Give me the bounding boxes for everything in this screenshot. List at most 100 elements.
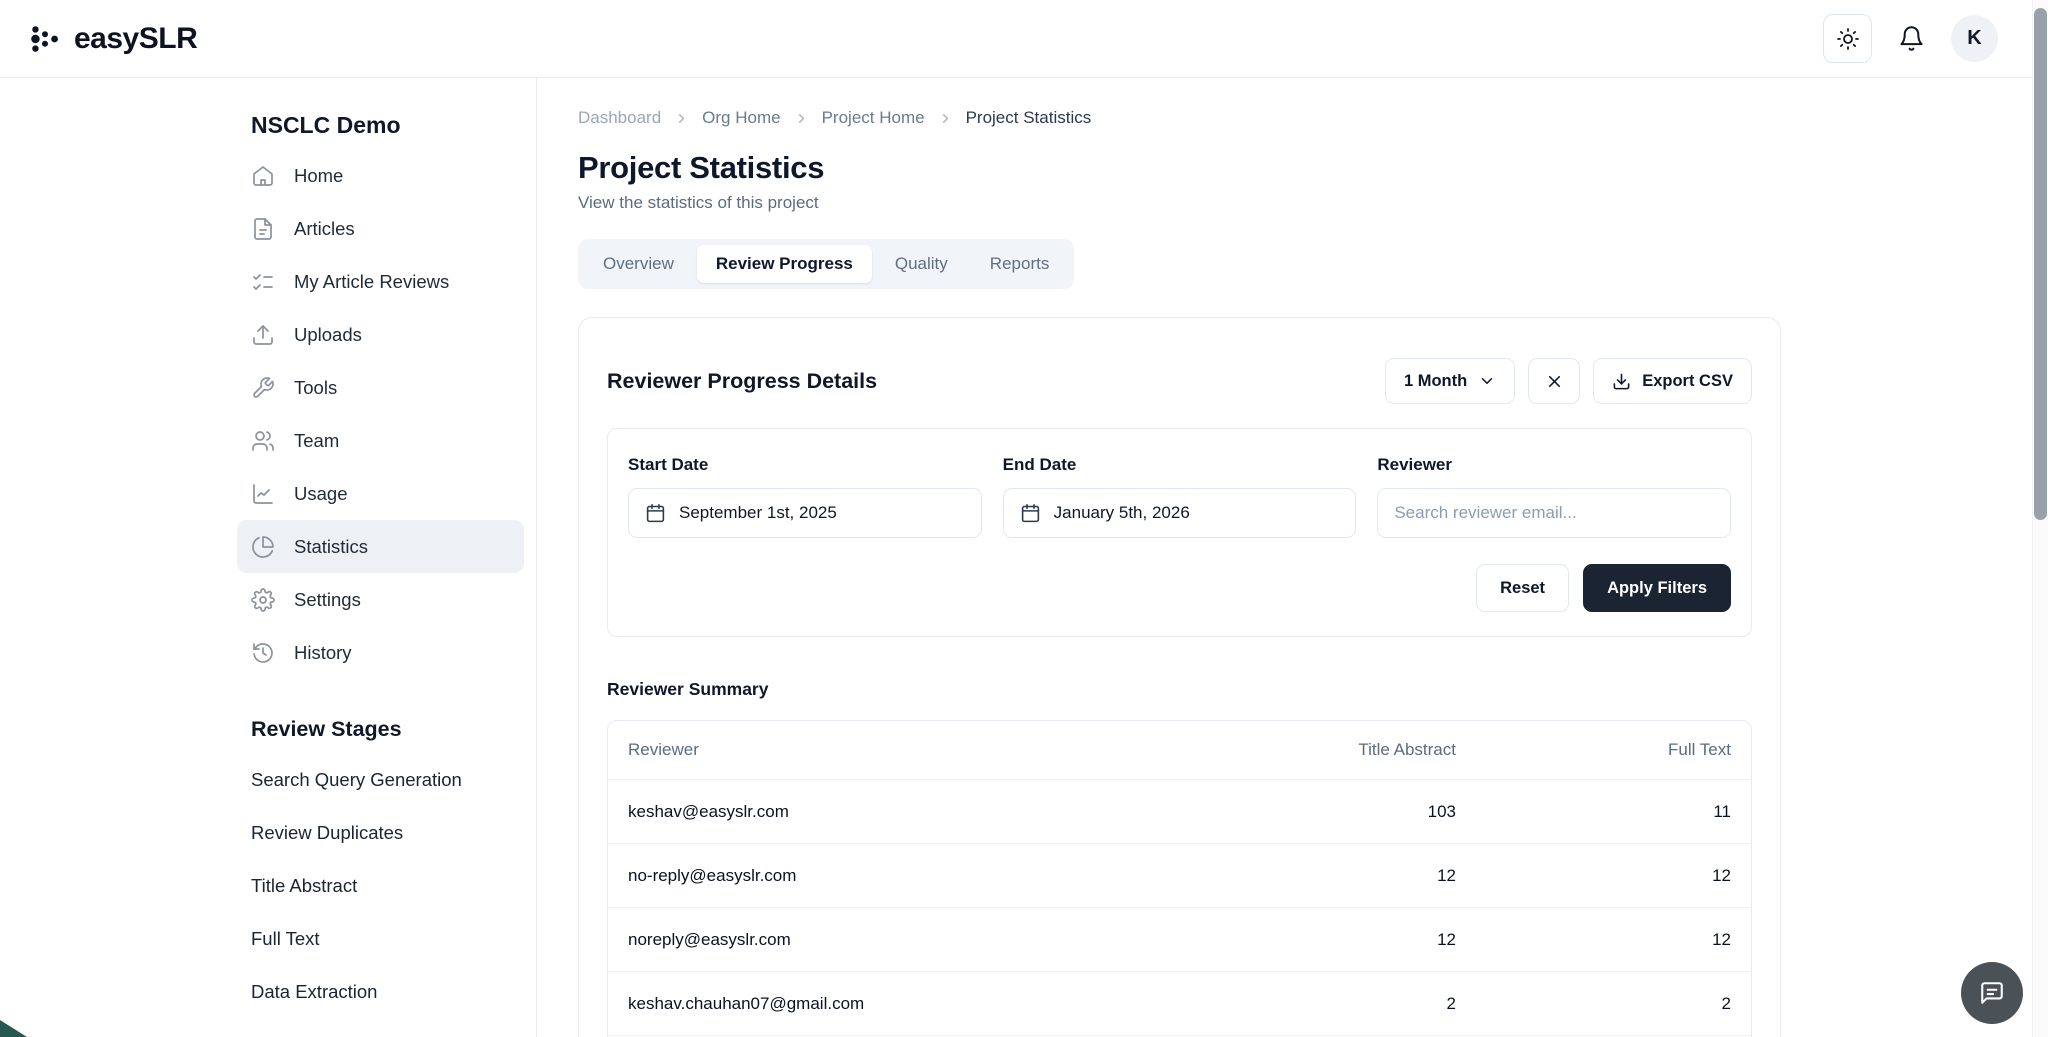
sun-icon <box>1836 27 1860 51</box>
sidebar-item-tools[interactable]: Tools <box>237 361 524 414</box>
table-row: no-reply@easyslr.com 12 12 <box>608 843 1751 907</box>
sidebar-item-label: Uploads <box>294 324 362 346</box>
export-csv-button[interactable]: Export CSV <box>1593 358 1752 404</box>
table-header-row: Reviewer Title Abstract Full Text <box>608 721 1751 779</box>
main-content: Dashboard Org Home Project Home Project … <box>537 78 2048 1037</box>
stage-item-title-abstract[interactable]: Title Abstract <box>237 859 524 912</box>
sidebar-item-settings[interactable]: Settings <box>237 573 524 626</box>
table-row: keshav.chauhan07@gmail.com 2 2 <box>608 971 1751 1035</box>
sidebar-item-label: History <box>294 642 352 664</box>
column-header-full-text: Full Text <box>1456 740 1731 760</box>
sidebar-item-label: Articles <box>294 218 355 240</box>
stage-item-full-text[interactable]: Full Text <box>237 912 524 965</box>
start-date-picker[interactable]: September 1st, 2025 <box>628 488 982 538</box>
users-icon <box>251 429 275 453</box>
notifications-button[interactable] <box>1898 25 1925 52</box>
end-date-value: January 5th, 2026 <box>1054 503 1190 523</box>
tab-quality[interactable]: Quality <box>876 245 967 283</box>
sidebar-item-label: Home <box>294 165 343 187</box>
sidebar-item-home[interactable]: Home <box>237 149 524 202</box>
cell-reviewer: keshav.chauhan07@gmail.com <box>628 994 1136 1014</box>
close-icon <box>1545 372 1564 391</box>
tab-strip: Overview Review Progress Quality Reports <box>578 239 1074 289</box>
avatar-initial: K <box>1967 27 1981 50</box>
scrollbar-track <box>2032 0 2048 1037</box>
cell-reviewer: keshav@easyslr.com <box>628 802 1136 822</box>
stage-item-data-extraction[interactable]: Data Extraction <box>237 965 524 1018</box>
sidebar: NSCLC Demo Home Articles <box>0 78 537 1037</box>
page-title: Project Statistics <box>578 150 2048 186</box>
sidebar-item-label: Tools <box>294 377 337 399</box>
app-logo[interactable]: easySLR <box>28 22 197 56</box>
cell-title-abstract: 12 <box>1136 930 1456 950</box>
theme-toggle-button[interactable] <box>1823 14 1872 63</box>
reviewer-progress-card: Reviewer Progress Details 1 Month <box>578 317 1781 1037</box>
sidebar-item-my-article-reviews[interactable]: My Article Reviews <box>237 255 524 308</box>
table-row: noreply@easyslr.com 12 12 <box>608 907 1751 971</box>
column-header-reviewer: Reviewer <box>628 740 1136 760</box>
sidebar-item-articles[interactable]: Articles <box>237 202 524 255</box>
chevron-right-icon <box>674 111 689 126</box>
breadcrumb: Dashboard Org Home Project Home Project … <box>578 108 2048 128</box>
sidebar-item-label: My Article Reviews <box>294 271 449 293</box>
stage-item-data-analysis[interactable]: Data Analysis <box>237 1018 524 1037</box>
end-date-label: End Date <box>1003 455 1357 475</box>
user-avatar[interactable]: K <box>1951 15 1998 62</box>
column-header-title-abstract: Title Abstract <box>1136 740 1456 760</box>
cell-title-abstract: 12 <box>1136 866 1456 886</box>
reviewer-label: Reviewer <box>1377 455 1731 475</box>
cell-reviewer: noreply@easyslr.com <box>628 930 1136 950</box>
breadcrumb-dashboard[interactable]: Dashboard <box>578 108 661 128</box>
tab-review-progress[interactable]: Review Progress <box>697 245 872 283</box>
end-date-picker[interactable]: January 5th, 2026 <box>1003 488 1357 538</box>
tab-overview[interactable]: Overview <box>584 245 693 283</box>
apply-filters-button[interactable]: Apply Filters <box>1583 564 1731 612</box>
sidebar-item-team[interactable]: Team <box>237 414 524 467</box>
gear-icon <box>251 588 275 612</box>
pie-chart-icon <box>251 535 275 559</box>
project-name: NSCLC Demo <box>237 112 524 139</box>
wrench-icon <box>251 376 275 400</box>
reviewer-summary-title: Reviewer Summary <box>607 679 1752 700</box>
filter-box: Start Date September 1st, 2025 End Date <box>607 428 1752 637</box>
review-stages-title: Review Stages <box>237 717 524 742</box>
chevron-right-icon <box>794 111 809 126</box>
cell-title-abstract: 103 <box>1136 802 1456 822</box>
stage-item-search-query-generation[interactable]: Search Query Generation <box>237 753 524 806</box>
table-row: keshav@easyslr.com 103 11 <box>608 779 1751 843</box>
bell-icon <box>1898 25 1925 52</box>
reviewer-search-input[interactable] <box>1377 488 1731 538</box>
stage-item-review-duplicates[interactable]: Review Duplicates <box>237 806 524 859</box>
reset-button[interactable]: Reset <box>1476 564 1569 612</box>
scrollbar-thumb[interactable] <box>2034 8 2047 520</box>
download-icon <box>1612 372 1631 391</box>
chevron-down-icon <box>1478 372 1496 390</box>
start-date-label: Start Date <box>628 455 982 475</box>
home-icon <box>251 164 275 188</box>
chat-bubble-icon <box>1979 980 2005 1006</box>
cell-full-text: 12 <box>1456 930 1731 950</box>
sidebar-item-label: Team <box>294 430 339 452</box>
page-subtitle: View the statistics of this project <box>578 193 2048 213</box>
tab-reports[interactable]: Reports <box>971 245 1069 283</box>
cell-title-abstract: 2 <box>1136 994 1456 1014</box>
sidebar-item-statistics[interactable]: Statistics <box>237 520 524 573</box>
logo-dots-icon <box>28 22 62 56</box>
sidebar-item-history[interactable]: History <box>237 626 524 679</box>
export-csv-label: Export CSV <box>1642 372 1733 391</box>
chat-support-button[interactable] <box>1961 962 2023 1024</box>
clear-filter-button[interactable] <box>1528 358 1580 404</box>
reviewer-summary-table: Reviewer Title Abstract Full Text keshav… <box>607 720 1752 1037</box>
logo-text: easySLR <box>74 22 197 56</box>
calendar-icon <box>645 503 666 524</box>
cell-full-text: 12 <box>1456 866 1731 886</box>
line-chart-icon <box>251 482 275 506</box>
period-select[interactable]: 1 Month <box>1385 358 1515 404</box>
breadcrumb-org-home[interactable]: Org Home <box>702 108 780 128</box>
cell-full-text: 2 <box>1456 994 1731 1014</box>
sidebar-item-uploads[interactable]: Uploads <box>237 308 524 361</box>
sidebar-item-usage[interactable]: Usage <box>237 467 524 520</box>
period-select-value: 1 Month <box>1404 372 1467 391</box>
sidebar-item-label: Settings <box>294 589 361 611</box>
breadcrumb-project-home[interactable]: Project Home <box>822 108 925 128</box>
